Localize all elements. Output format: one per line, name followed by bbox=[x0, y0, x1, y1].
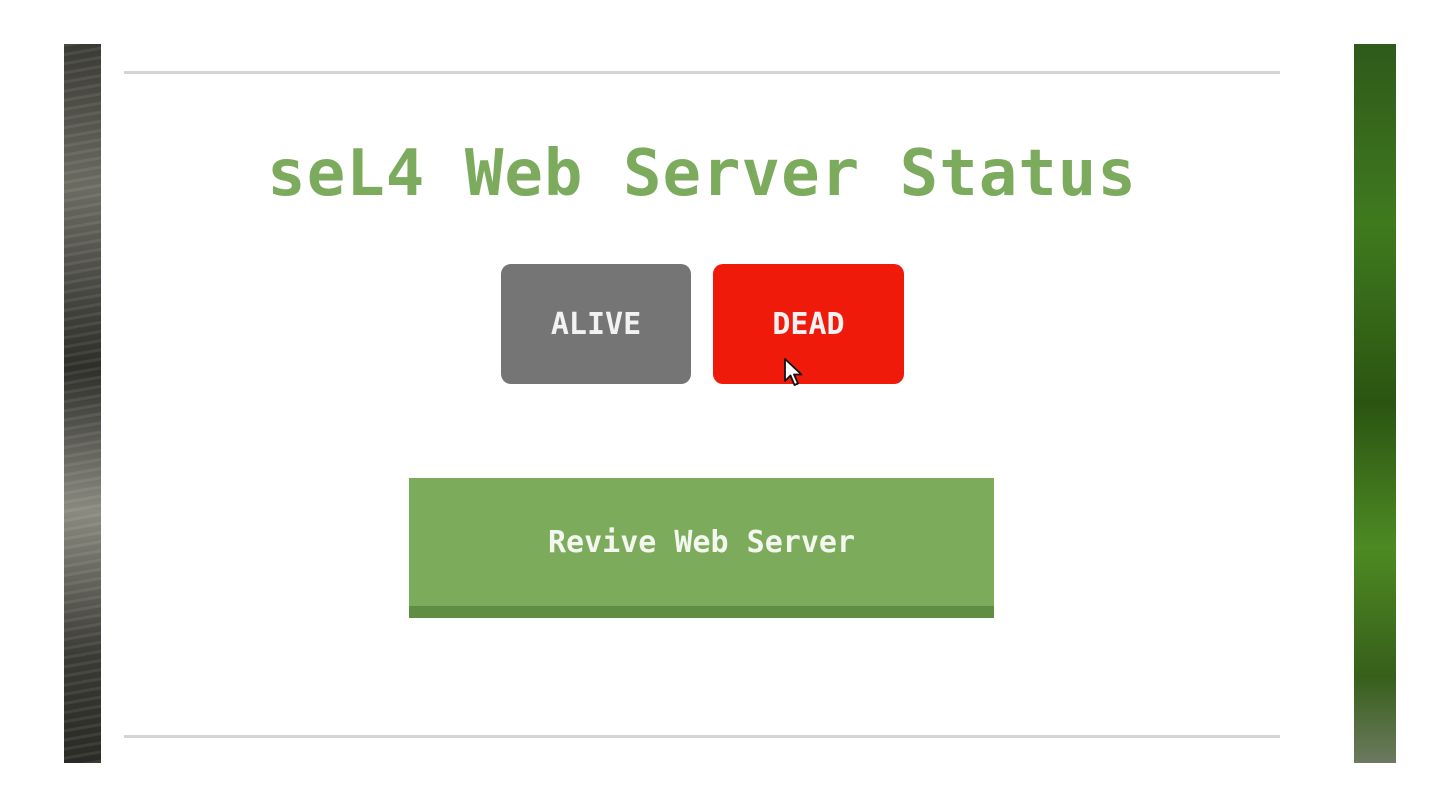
dead-button[interactable]: DEAD bbox=[713, 264, 904, 384]
page-title: seL4 Web Server Status bbox=[267, 137, 1137, 211]
mouse-cursor-icon bbox=[784, 358, 803, 386]
screen: seL4 Web Server Status ALIVE DEAD Revive… bbox=[0, 0, 1436, 812]
top-divider bbox=[124, 71, 1280, 74]
bottom-divider bbox=[124, 735, 1280, 738]
alive-button[interactable]: ALIVE bbox=[501, 264, 691, 384]
revive-web-server-button[interactable]: Revive Web Server bbox=[409, 478, 994, 618]
